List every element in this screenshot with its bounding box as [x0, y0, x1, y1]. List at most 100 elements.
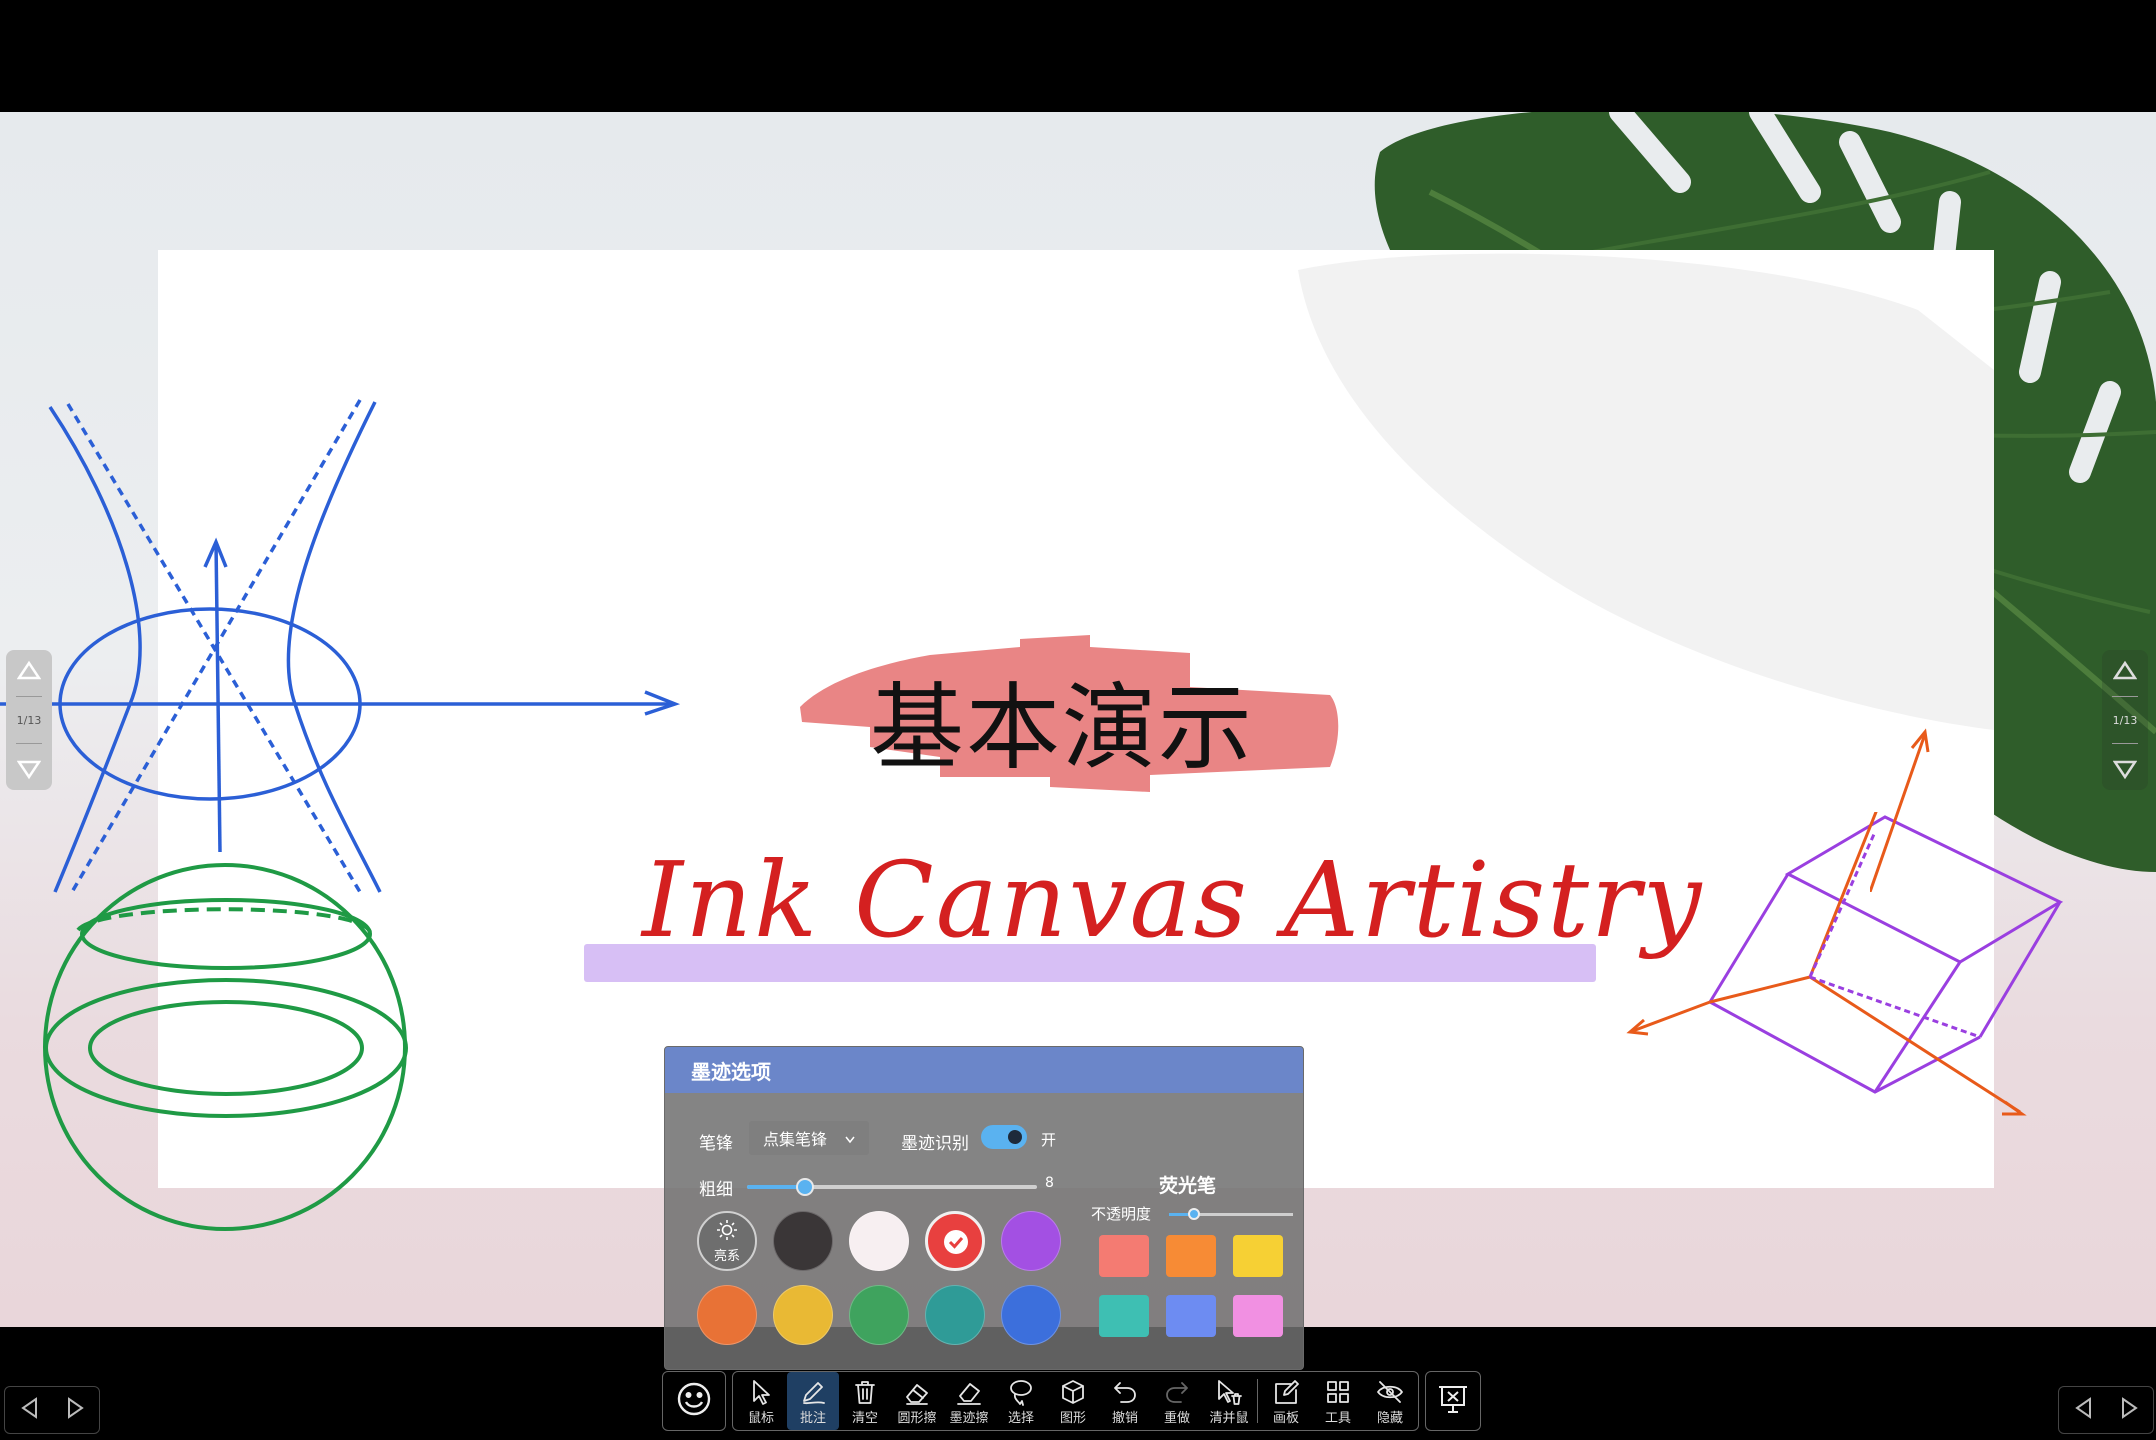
thickness-value: 8 — [1045, 1175, 1054, 1191]
page-up-icon[interactable] — [17, 660, 41, 680]
pen-color-swatch[interactable] — [849, 1211, 909, 1271]
tool-shape-erase-button[interactable]: 圆形擦 — [891, 1372, 943, 1430]
tool-select-button[interactable]: 选择 — [995, 1372, 1047, 1430]
highlighter-label: 荧光笔 — [1159, 1175, 1217, 1197]
smile-icon — [676, 1381, 712, 1421]
tool-ink-erase-button[interactable]: 墨迹擦 — [943, 1372, 995, 1430]
exit-presentation-button[interactable] — [1425, 1371, 1481, 1431]
tool-label: 鼠标 — [747, 1410, 774, 1426]
pen-color-swatch[interactable] — [925, 1211, 985, 1271]
tool-tools-button[interactable]: 工具 — [1312, 1372, 1364, 1430]
trash-icon — [850, 1377, 880, 1407]
ink-options-header: 墨迹选项 — [665, 1047, 1303, 1093]
undo-icon — [1110, 1377, 1140, 1407]
highlighter-color-swatch[interactable] — [1233, 1295, 1283, 1337]
thickness-slider-knob[interactable] — [796, 1178, 814, 1196]
highlighter-color-swatch[interactable] — [1099, 1235, 1149, 1277]
toolbar-divider — [1257, 1379, 1258, 1423]
opacity-slider[interactable] — [1169, 1208, 1293, 1220]
cursor-trash-icon — [1214, 1377, 1244, 1407]
highlighter-color-swatch[interactable] — [1099, 1295, 1149, 1337]
slide-title: 基本演示 — [870, 674, 1255, 783]
cube-icon — [1058, 1377, 1088, 1407]
check-icon — [944, 1230, 968, 1254]
thickness-slider[interactable] — [747, 1178, 1037, 1196]
tool-annotate-button[interactable]: 批注 — [787, 1372, 839, 1430]
pen-color-swatch[interactable] — [1001, 1211, 1061, 1271]
pen-color-swatch[interactable] — [925, 1285, 985, 1345]
divider — [16, 742, 42, 744]
page-down-icon[interactable] — [2113, 760, 2137, 780]
grid-icon — [1323, 1377, 1353, 1407]
tool-hide-button[interactable]: 隐藏 — [1364, 1372, 1416, 1430]
redo-icon — [1162, 1377, 1192, 1407]
bottom-right-page-nav — [2058, 1386, 2154, 1434]
blue-conic-sketch — [0, 399, 681, 893]
emoji-button[interactable] — [662, 1371, 726, 1431]
tool-label: 圆形擦 — [897, 1410, 937, 1426]
prev-page-icon[interactable] — [2073, 1396, 2093, 1424]
page-up-icon[interactable] — [2113, 660, 2137, 680]
toggle-knob — [1008, 1130, 1022, 1144]
pen-color-swatch[interactable] — [849, 1285, 909, 1345]
leaf-shadow-decoration — [1298, 253, 1994, 730]
ink-recognition-toggle[interactable] — [981, 1125, 1027, 1149]
ink-options-panel: 墨迹选项 笔锋 点集笔锋 墨迹识别 开 粗细 8 荧光笔 不透明度 亮系 — [664, 1046, 1304, 1370]
pen-color-swatch[interactable] — [773, 1285, 833, 1345]
highlighter-color-swatch[interactable] — [1166, 1295, 1216, 1337]
highlighter-color-swatch[interactable] — [1166, 1235, 1216, 1277]
lasso-icon — [1006, 1377, 1036, 1407]
page-nav-left: 1/13 — [6, 650, 52, 790]
purple-cube-sketch — [1626, 812, 2064, 1116]
slide-subtitle: Ink Canvas Artistry — [642, 839, 1704, 961]
divider — [2112, 742, 2138, 744]
ink-recognition-state: 开 — [1041, 1131, 1057, 1149]
floating-toolbar: 鼠标 批注 清空 圆形擦 墨迹擦 选择 图形 撤销 重做 清并鼠 画板 工具 隐藏 — [662, 1370, 1481, 1432]
eraser-icon — [902, 1377, 932, 1407]
cursor-icon — [746, 1377, 776, 1407]
board-icon — [1271, 1377, 1301, 1407]
tool-shape-button[interactable]: 图形 — [1047, 1372, 1099, 1430]
page-indicator: 1/13 — [2112, 713, 2138, 727]
tool-label: 墨迹擦 — [949, 1410, 989, 1426]
tool-undo-button[interactable]: 撤销 — [1099, 1372, 1151, 1430]
highlighter-color-swatch[interactable] — [1233, 1235, 1283, 1277]
thickness-label: 粗细 — [699, 1180, 733, 1200]
orange-up-axis — [1870, 728, 1930, 892]
tool-board-button[interactable]: 画板 — [1260, 1372, 1312, 1430]
tool-label: 隐藏 — [1376, 1410, 1403, 1426]
next-page-icon[interactable] — [66, 1396, 86, 1424]
green-torus-sketch — [43, 863, 408, 1231]
next-page-icon[interactable] — [2120, 1396, 2140, 1424]
sun-icon — [716, 1219, 738, 1245]
pen-color-swatch[interactable] — [1001, 1285, 1061, 1345]
page-nav-right: 1/13 — [2102, 650, 2148, 790]
chevron-down-icon — [845, 1129, 855, 1148]
tool-label: 重做 — [1163, 1410, 1190, 1426]
tool-label: 批注 — [799, 1410, 826, 1426]
pen-icon — [798, 1377, 828, 1407]
opacity-label: 不透明度 — [1091, 1205, 1152, 1223]
eye-off-icon — [1375, 1377, 1405, 1407]
prev-page-icon[interactable] — [19, 1396, 39, 1424]
tool-mouse-button[interactable]: 鼠标 — [735, 1372, 787, 1430]
tool-label: 图形 — [1059, 1410, 1086, 1426]
opacity-slider-knob[interactable] — [1187, 1208, 1200, 1220]
tool-label: 选择 — [1007, 1410, 1034, 1426]
tool-clear-button[interactable]: 清空 — [839, 1372, 891, 1430]
eraser-stroke-icon — [954, 1377, 984, 1407]
exit-presentation-icon — [1436, 1382, 1470, 1420]
tool-label: 撤销 — [1111, 1410, 1138, 1426]
bright-label: 亮系 — [713, 1248, 740, 1264]
tool-label: 清并鼠 — [1209, 1410, 1249, 1426]
page-indicator: 1/13 — [16, 713, 42, 727]
tool-redo-button[interactable]: 重做 — [1151, 1372, 1203, 1430]
pen-color-swatch[interactable] — [697, 1285, 757, 1345]
divider — [2112, 696, 2138, 698]
page-down-icon[interactable] — [17, 760, 41, 780]
bright-color-toggle[interactable]: 亮系 — [697, 1211, 757, 1271]
ink-recognition-label: 墨迹识别 — [901, 1134, 969, 1154]
tool-clear-mouse-button[interactable]: 清并鼠 — [1203, 1372, 1255, 1430]
pen-tip-dropdown[interactable]: 点集笔锋 — [749, 1121, 869, 1155]
pen-color-swatch[interactable] — [773, 1211, 833, 1271]
